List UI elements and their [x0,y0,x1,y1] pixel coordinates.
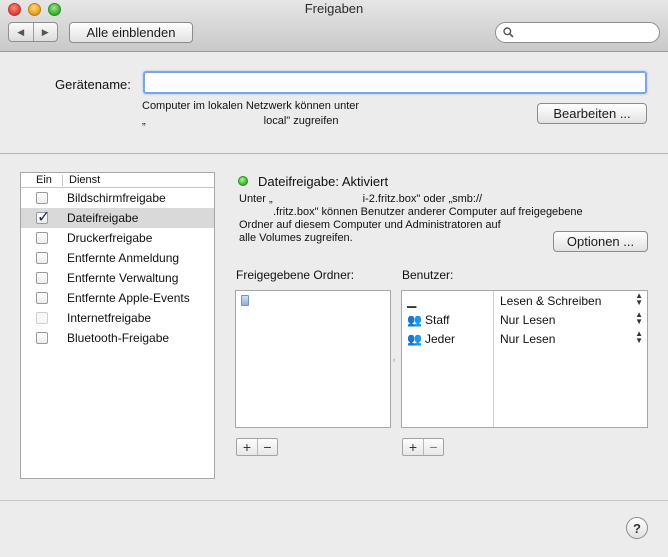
service-label: Bildschirmfreigabe [67,191,166,205]
service-checkbox[interactable] [36,192,48,204]
permission-updown-icon[interactable]: ▲ ▼ [635,311,643,326]
service-item-druckerfreigabe[interactable]: Druckerfreigabe [21,228,214,248]
network-info-line2: „ local" zugreifen [142,115,339,127]
service-item-bildschirmfreigabe[interactable]: Bildschirmfreigabe [21,188,214,208]
permission-updown-icon[interactable]: ▲ ▼ [635,292,643,307]
remove-user-button[interactable]: − [423,439,443,455]
permission-select[interactable]: Nur Lesen [500,313,555,327]
footer-divider [0,500,668,501]
network-info-quote: „ [142,115,146,127]
back-forward-control: ◀ ▶ [8,22,58,42]
user-row[interactable]: 👥 Staff Nur Lesen ▲ ▼ [402,311,647,330]
folder-icon [241,295,249,306]
service-item-entfernte-anmeldung[interactable]: Entfernte Anmeldung [21,248,214,268]
service-checkbox[interactable] [36,252,48,264]
add-folder-button[interactable]: + [237,439,257,455]
service-checkbox[interactable]: ✓ [36,209,50,226]
service-item-entfernte-apple-events[interactable]: Entfernte Apple-Events [21,288,214,308]
network-info-line1: Computer im lokalen Netzwerk können unte… [142,100,360,112]
desc-line1-mid: i-2.fritz.box" oder „smb:// [362,193,483,205]
device-name-label: Gerätename: [55,77,131,92]
shared-folders-heading: Freigegebene Ordner: [236,268,355,282]
checkmark-icon: ✓ [37,209,51,226]
service-item-entfernte-verwaltung[interactable]: Entfernte Verwaltung [21,268,214,288]
users-heading: Benutzer: [402,268,454,282]
service-list: Ein Dienst Bildschirmfreigabe ✓ Dateifre… [20,172,215,479]
service-label: Druckerfreigabe [67,231,153,245]
help-button[interactable]: ? [626,517,648,539]
service-label: Entfernte Anmeldung [67,251,180,265]
service-item-bluetooth-freigabe[interactable]: Bluetooth-Freigabe [21,328,214,348]
user-name: Staff [425,313,450,327]
network-info-local: local" zugreifen [263,115,339,127]
resize-handle-icon[interactable]: ‹ [393,357,395,364]
column-divider [62,175,63,186]
column-on[interactable]: Ein [36,174,52,186]
options-button[interactable]: Optionen ... [553,231,648,252]
service-checkbox[interactable] [36,232,48,244]
service-label: Entfernte Verwaltung [67,271,179,285]
folders-add-remove: + − [236,438,278,456]
search-input[interactable] [518,24,648,41]
add-user-button[interactable]: + [403,439,423,455]
magnifier-icon [503,27,514,38]
service-item-dateifreigabe[interactable]: ✓ Dateifreigabe [21,208,214,228]
service-label: Internetfreigabe [67,311,152,325]
remove-folder-button[interactable]: − [257,439,277,455]
window-title: Freigaben [304,1,364,16]
show-all-button[interactable]: Alle einblenden [69,22,193,43]
permission-select[interactable]: Nur Lesen [500,332,555,346]
users-list: ▁ Lesen & Schreiben ▲ ▼ 👥 Staff Nur Lesen… [401,290,648,428]
search-field[interactable] [495,22,660,43]
column-service[interactable]: Dienst [69,174,100,186]
service-checkbox[interactable] [36,272,48,284]
users-add-remove: + − [402,438,444,456]
user-row[interactable]: 👥 Jeder Nur Lesen ▲ ▼ [402,330,647,349]
service-label: Entfernte Apple-Events [67,291,190,305]
back-button[interactable]: ◀ [9,23,33,41]
service-list-header: Ein Dienst [21,173,214,188]
service-checkbox[interactable] [36,292,48,304]
desc-line1: Unter „ [239,193,273,205]
title-bar: Freigaben ◀ ▶ Alle einblenden [0,0,668,52]
device-name-field[interactable] [143,71,647,94]
shared-folders-list[interactable] [235,290,391,428]
service-label: Dateifreigabe [67,211,139,225]
list-item[interactable] [236,292,386,310]
service-checkbox[interactable] [36,332,48,344]
forward-button[interactable]: ▶ [32,23,58,41]
edit-button[interactable]: Bearbeiten ... [537,103,647,124]
service-item-internetfreigabe[interactable]: Internetfreigabe [21,308,214,328]
permission-updown-icon[interactable]: ▲ ▼ [635,330,643,345]
user-icon: ▁ [407,294,416,308]
forward-arrow-icon: ▶ [41,26,49,37]
status-indicator-icon [238,176,248,186]
service-status: Dateifreigabe: Aktiviert [258,174,389,189]
device-name-input[interactable] [145,73,645,92]
group-icon: 👥 [407,313,422,327]
user-row[interactable]: ▁ Lesen & Schreiben ▲ ▼ [402,292,647,311]
service-checkbox [36,312,48,324]
back-arrow-icon: ◀ [17,26,25,37]
permission-select[interactable]: Lesen & Schreiben [500,294,601,308]
group-icon: 👥 [407,332,422,346]
user-name: Jeder [425,332,456,346]
desc-line2: .fritz.box" können Benutzer anderer Comp… [273,206,583,218]
service-label: Bluetooth-Freigabe [67,331,170,345]
